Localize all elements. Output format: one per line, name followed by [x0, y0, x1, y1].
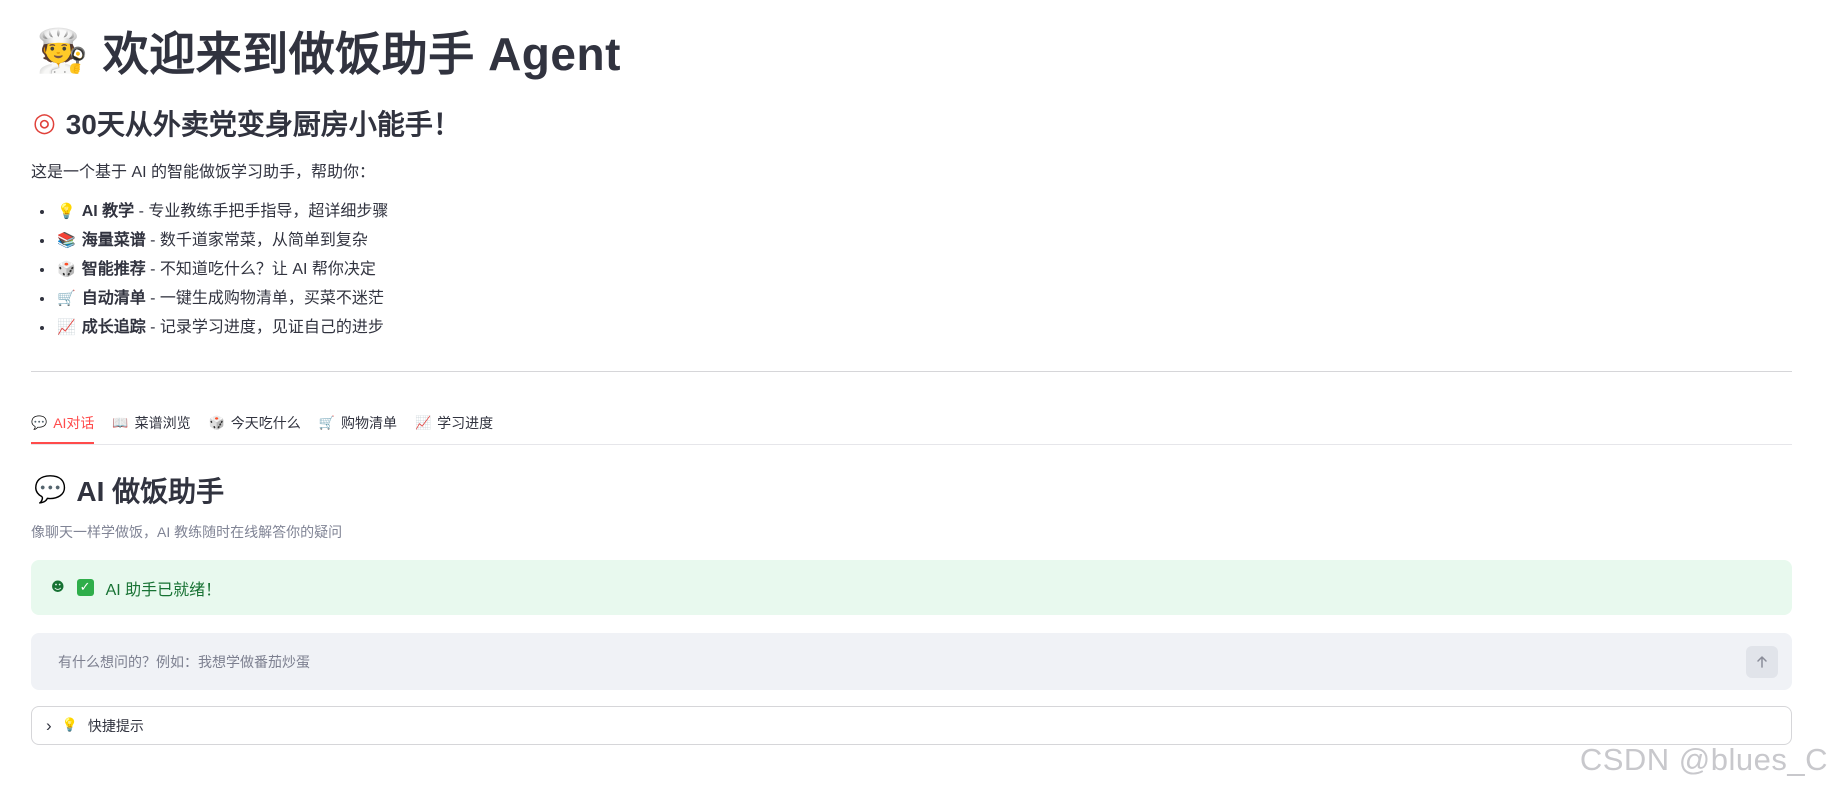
feature-desc: - 不知道吃什么？让 AI 帮你决定: [145, 261, 376, 278]
tab-recipe-browse[interactable]: 📖 菜谱浏览: [112, 408, 190, 438]
feature-item: 📈 成长追踪 - 记录学习进度，见证自己的进步: [55, 313, 388, 342]
feature-title: AI 教学: [81, 203, 135, 220]
status-alert: ☻ ✓ AI 助手已就绪！: [31, 560, 1792, 615]
page: 🧑‍🍳 欢迎来到做饭助手 Agent ◎ 30天从外卖党变身厨房小能手！ 这是一…: [0, 0, 1828, 795]
tab-label: AI对话: [53, 415, 95, 431]
speech-bubble-icon: 💬: [34, 475, 67, 505]
robot-icon: ☻: [51, 580, 65, 595]
expander-label: 快捷提示: [87, 717, 144, 734]
speech-bubble-icon: 💬: [31, 415, 48, 431]
target-icon: ◎: [33, 108, 56, 138]
arrow-up-icon: [1757, 655, 1767, 668]
page-subtitle-text: 30天从外卖党变身厨房小能手！: [65, 109, 461, 140]
feature-item: 🛒 自动清单 - 一键生成购物清单，买菜不迷茫: [55, 284, 388, 313]
tab-bar: 💬 AI对话 📖 菜谱浏览 🎲 今天吃什么 🛒 购物清单 📈 学习进度: [31, 408, 1792, 445]
feature-title: 海量菜谱: [81, 232, 146, 249]
section-title-text: AI 做饭助手: [76, 476, 225, 507]
cart-icon: 🛒: [57, 289, 76, 307]
dice-icon: 🎲: [57, 260, 76, 278]
tab-what-to-eat[interactable]: 🎲 今天吃什么: [209, 408, 301, 438]
status-text: AI 助手已就绪！: [105, 581, 222, 599]
book-icon: 📖: [112, 415, 129, 431]
feature-title: 成长追踪: [81, 319, 146, 336]
tab-label: 学习进度: [437, 415, 494, 431]
section-caption: 像聊天一样学做饭，AI 教练随时在线解答你的疑问: [31, 524, 343, 540]
chat-input[interactable]: [56, 652, 1746, 671]
section-title: 💬 AI 做饭助手: [34, 470, 224, 510]
feature-item: 💡 AI 教学 - 专业教练手把手指导，超详细步骤: [55, 197, 388, 226]
dice-icon: 🎲: [208, 415, 225, 431]
chat-input-container: [31, 633, 1792, 690]
intro-text: 这是一个基于 AI 的智能做饭学习助手，帮助你：: [31, 164, 376, 181]
feature-desc: - 记录学习进度，见证自己的进步: [145, 319, 384, 336]
tab-label: 今天吃什么: [230, 415, 301, 431]
feature-list: 💡 AI 教学 - 专业教练手把手指导，超详细步骤 📚 海量菜谱 - 数千道家常菜，…: [31, 197, 388, 342]
chart-icon: 📈: [57, 318, 76, 336]
page-title: 🧑‍🍳 欢迎来到做饭助手 Agent: [36, 18, 621, 84]
watermark: CSDN @blues_C: [1579, 742, 1828, 777]
send-button[interactable]: [1746, 645, 1778, 678]
feature-title: 自动清单: [81, 290, 146, 307]
chef-icon: 🧑‍🍳: [36, 26, 89, 75]
check-icon: ✓: [76, 579, 94, 596]
feature-item: 📚 海量菜谱 - 数千道家常菜，从简单到复杂: [55, 226, 388, 255]
books-icon: 📚: [57, 231, 76, 249]
cart-icon: 🛒: [318, 415, 335, 431]
page-title-text: 欢迎来到做饭助手 Agent: [102, 28, 621, 80]
tab-label: 购物清单: [340, 415, 397, 431]
feature-title: 智能推荐: [81, 261, 146, 278]
lightbulb-icon: 💡: [61, 718, 78, 733]
chevron-right-icon: ›: [46, 715, 52, 735]
quick-tips-expander[interactable]: › 💡 快捷提示: [31, 706, 1792, 745]
tab-progress[interactable]: 📈 学习进度: [415, 408, 493, 438]
page-subtitle: ◎ 30天从外卖党变身厨房小能手！: [33, 103, 461, 143]
feature-desc: - 专业教练手把手指导，超详细步骤: [134, 203, 389, 220]
feature-desc: - 数千道家常菜，从简单到复杂: [145, 232, 368, 249]
feature-desc: - 一键生成购物清单，买菜不迷茫: [145, 290, 384, 307]
divider: [31, 371, 1792, 372]
tab-ai-chat[interactable]: 💬 AI对话: [31, 408, 95, 444]
tab-shopping-list[interactable]: 🛒 购物清单: [319, 408, 397, 438]
lightbulb-icon: 💡: [57, 202, 76, 220]
tab-label: 菜谱浏览: [134, 415, 191, 431]
chart-icon: 📈: [414, 415, 432, 431]
feature-item: 🎲 智能推荐 - 不知道吃什么？让 AI 帮你决定: [55, 255, 388, 284]
